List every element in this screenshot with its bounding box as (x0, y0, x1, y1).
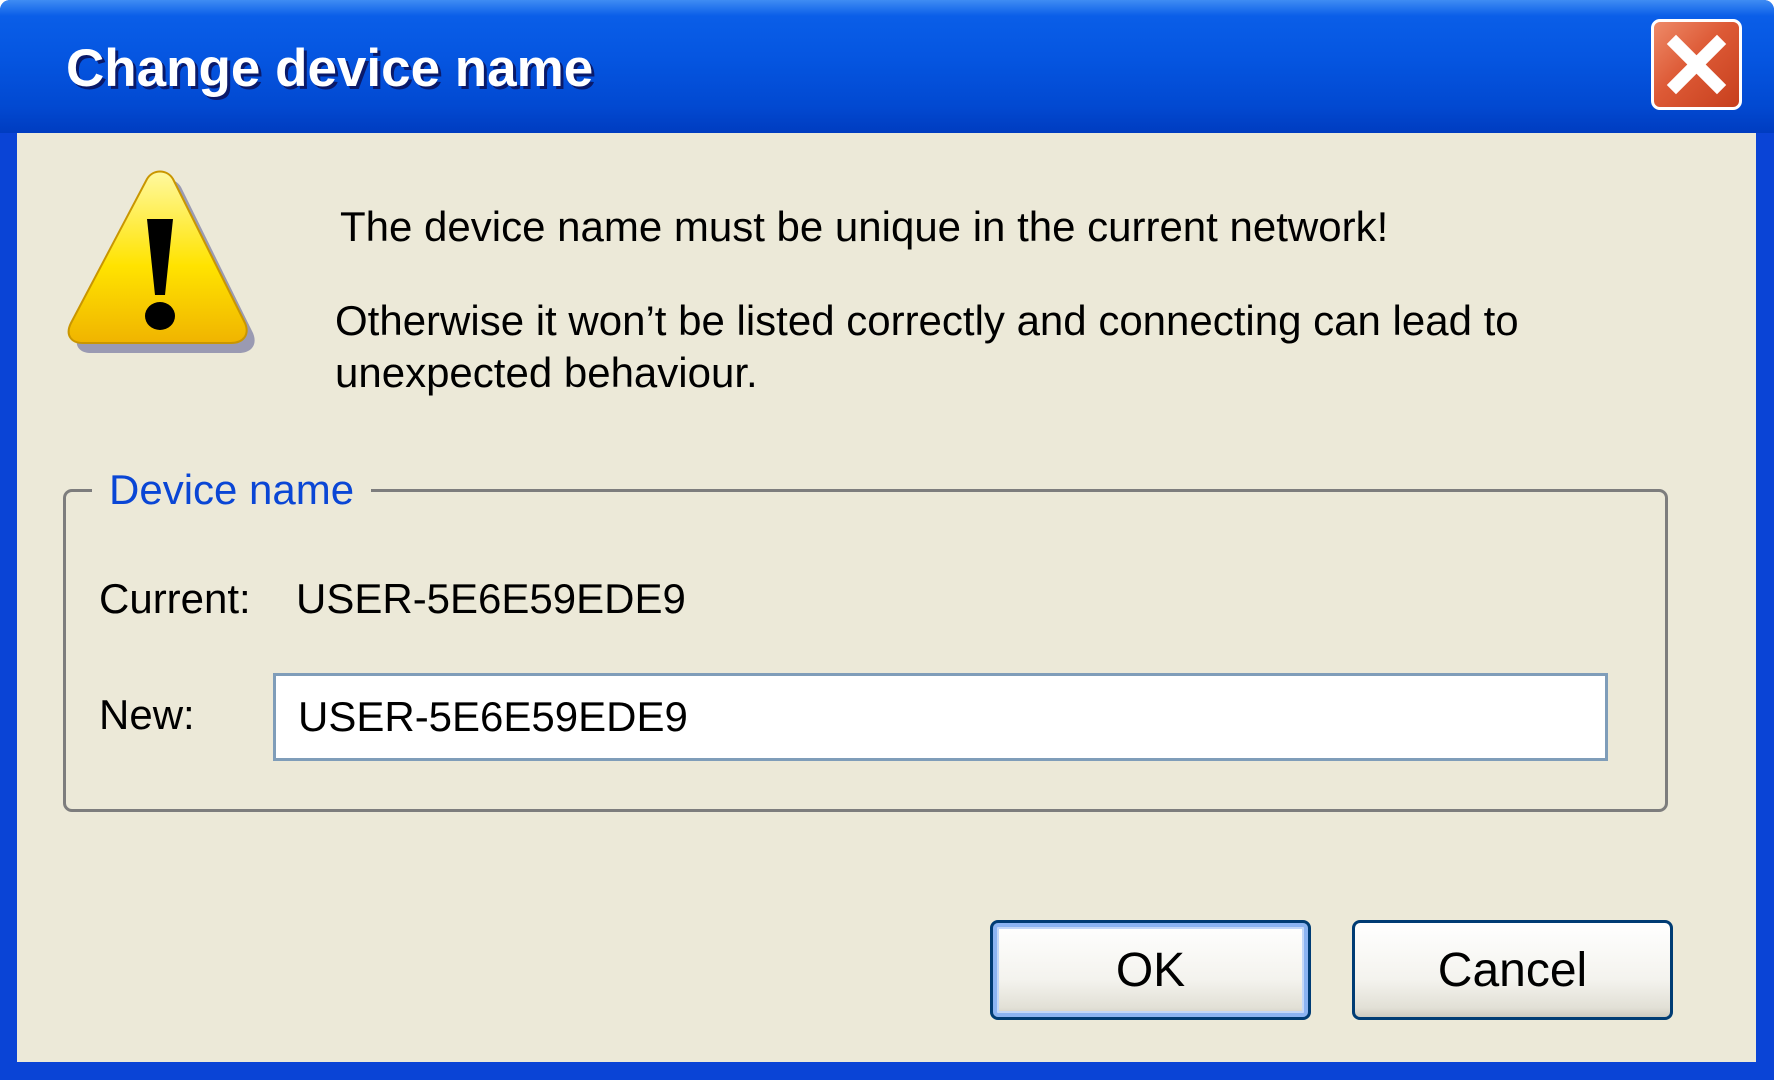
device-name-group: Device name Current: USER-5E6E59EDE9 New… (63, 468, 1668, 812)
message-secondary: Otherwise it won’t be listed correctly a… (335, 297, 1519, 396)
current-value: USER-5E6E59EDE9 (296, 575, 686, 622)
message-primary: The device name must be unique in the cu… (340, 203, 1389, 250)
close-button[interactable] (1651, 19, 1742, 110)
warning-triangle-icon (67, 170, 255, 353)
ok-button[interactable]: OK (990, 920, 1311, 1020)
dialog-window: Change device name The device name must … (0, 0, 1774, 1080)
new-name-input[interactable] (273, 673, 1608, 761)
dialog-body: The device name must be unique in the cu… (17, 133, 1756, 1062)
title-bar[interactable]: Change device name (0, 0, 1774, 133)
group-legend: Device name (92, 468, 372, 512)
dialog-title: Change device name (66, 39, 594, 98)
close-x-icon (1666, 34, 1727, 95)
new-label: New: (99, 691, 195, 738)
cancel-button[interactable]: Cancel (1352, 920, 1673, 1020)
current-label: Current: (99, 575, 251, 622)
